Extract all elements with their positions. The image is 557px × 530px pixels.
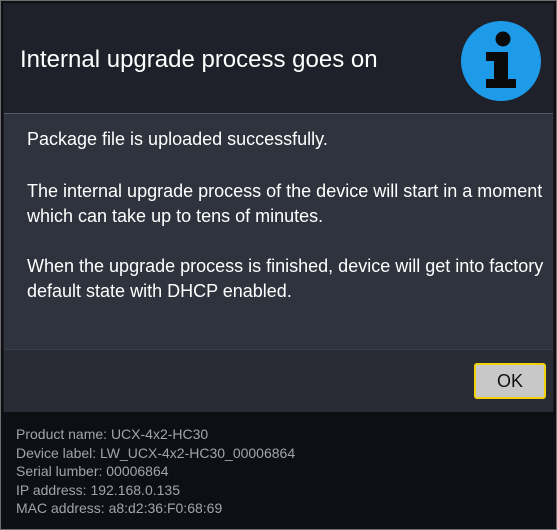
dialog-title: Internal upgrade process goes on bbox=[20, 46, 378, 73]
dialog-header: Internal upgrade process goes on bbox=[4, 4, 553, 114]
upload-success-message: Package file is uploaded successfully. bbox=[27, 129, 328, 149]
mac-address: MAC address: a8:d2:36:F0:68:69 bbox=[16, 500, 223, 516]
serial-number: Serial lumber: 00006864 bbox=[16, 463, 169, 479]
upgrade-start-message: The internal upgrade process of the devi… bbox=[27, 181, 543, 226]
dialog-body: Package file is uploaded successfully. T… bbox=[4, 114, 553, 350]
upgrade-dialog: Internal upgrade process goes on Package… bbox=[3, 3, 554, 412]
dialog-footer: OK bbox=[4, 350, 553, 412]
ip-address: IP address: 192.168.0.135 bbox=[16, 481, 180, 498]
ok-button[interactable]: OK bbox=[474, 363, 546, 399]
upgrade-window: Internal upgrade process goes on Package… bbox=[0, 0, 557, 530]
info-icon bbox=[461, 21, 541, 101]
device-info-panel: Product name: UCX-4x2-HC30 Device label:… bbox=[16, 425, 295, 518]
product-name: Product name: UCX-4x2-HC30 bbox=[16, 426, 209, 442]
device-label: Device label: LW_UCX-4x2-HC30_00006864 bbox=[16, 444, 296, 461]
factory-default-message: When the upgrade process is finished, de… bbox=[27, 256, 544, 301]
